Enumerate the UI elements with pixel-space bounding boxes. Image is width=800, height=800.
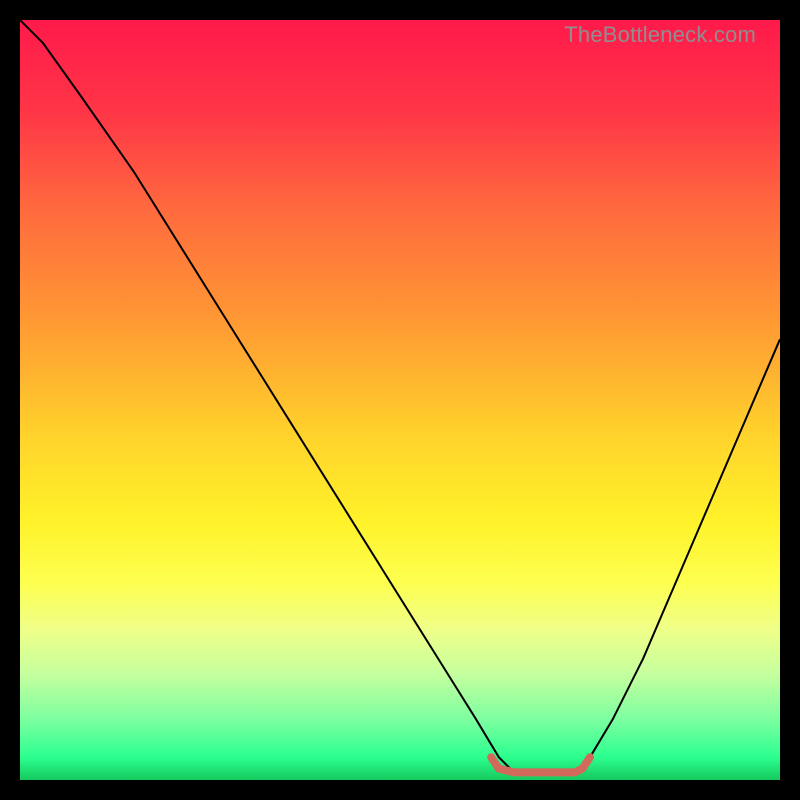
- chart-canvas: [20, 20, 780, 780]
- background-gradient: [20, 20, 780, 780]
- chart-frame: TheBottleneck.com: [20, 20, 780, 780]
- watermark-text: TheBottleneck.com: [564, 22, 756, 48]
